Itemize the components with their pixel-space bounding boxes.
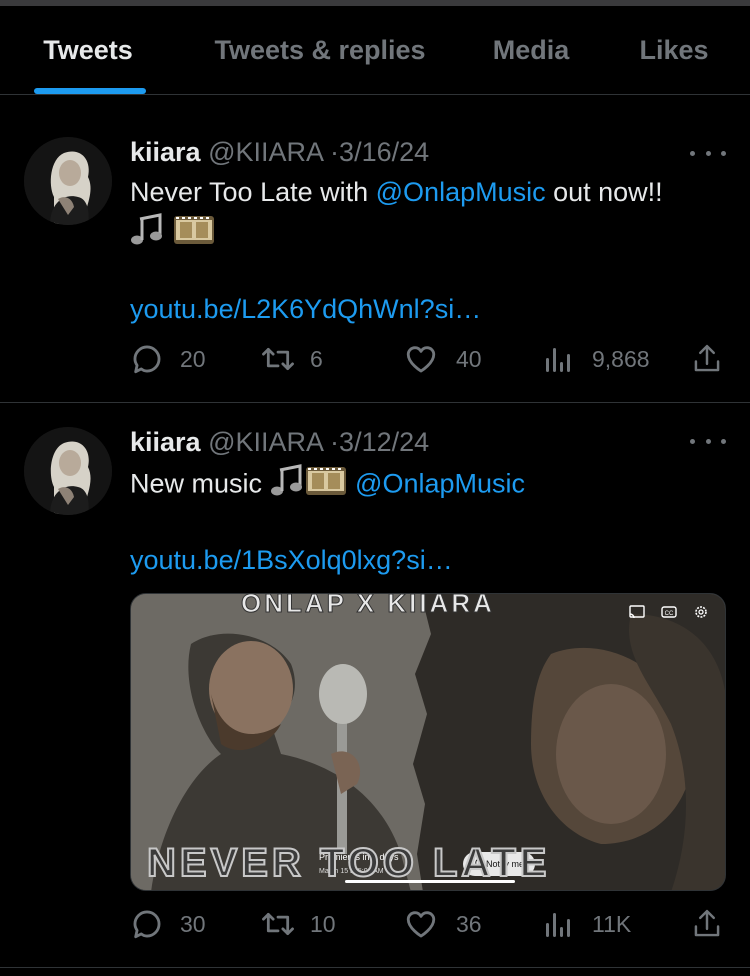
avatar[interactable] bbox=[24, 427, 112, 515]
settings-gear-icon[interactable] bbox=[693, 604, 709, 620]
tweet[interactable]: kiiara @KIIARA ·3/16/24 Never Too Late w… bbox=[0, 95, 750, 403]
views-chart-icon bbox=[544, 344, 572, 374]
share-button[interactable] bbox=[692, 341, 722, 377]
like-button[interactable]: 40 bbox=[404, 341, 482, 377]
film-frames-emoji-icon bbox=[172, 212, 216, 257]
avatar[interactable] bbox=[24, 137, 112, 225]
tab-tweets-replies[interactable]: Tweets & replies bbox=[176, 6, 464, 94]
share-button[interactable] bbox=[692, 906, 722, 942]
film-frames-emoji-icon bbox=[304, 463, 348, 508]
retweet-button[interactable]: 6 bbox=[260, 341, 323, 377]
like-button[interactable]: 36 bbox=[404, 906, 482, 942]
more-options-icon[interactable] bbox=[690, 143, 726, 163]
reply-icon bbox=[130, 907, 164, 941]
more-options-icon[interactable] bbox=[690, 431, 726, 451]
tab-media-label: Media bbox=[492, 34, 570, 65]
retweet-icon bbox=[260, 342, 296, 376]
tweet-header: kiiara @KIIARA ·3/16/24 bbox=[130, 137, 429, 168]
tweet[interactable]: kiiara @KIIARA ·3/12/24 New music @Onlap… bbox=[0, 403, 750, 976]
musical-notes-emoji-icon bbox=[270, 464, 304, 507]
video-progress-bar bbox=[345, 880, 515, 883]
heart-icon bbox=[404, 907, 438, 941]
tab-tweets[interactable]: Tweets bbox=[0, 6, 176, 94]
separator-dot: · bbox=[330, 427, 340, 457]
views-chart-icon bbox=[544, 909, 572, 939]
like-count: 40 bbox=[456, 345, 482, 372]
tab-likes[interactable]: Likes bbox=[598, 6, 750, 94]
tab-media[interactable]: Media bbox=[464, 6, 598, 94]
separator-dot: · bbox=[330, 137, 340, 167]
views-button[interactable]: 9,868 bbox=[544, 341, 650, 377]
tweet-text: Never Too Late with @OnlapMusic out now!… bbox=[130, 174, 663, 210]
closed-captions-icon[interactable]: CC bbox=[661, 604, 677, 620]
tab-tweets-replies-label: Tweets & replies bbox=[214, 34, 426, 65]
share-icon bbox=[692, 343, 722, 375]
retweet-count: 10 bbox=[310, 910, 336, 937]
tweet-text-start: New music bbox=[130, 468, 270, 499]
tweet-emoji-line bbox=[130, 212, 216, 257]
reply-icon bbox=[130, 342, 164, 376]
tweet-link[interactable]: youtu.be/L2K6YdQhWnl?si… bbox=[130, 291, 481, 327]
profile-tabs: Tweets Tweets & replies Media Likes bbox=[0, 6, 750, 94]
author-handle[interactable]: @KIIARA bbox=[208, 137, 322, 167]
tweet-link[interactable]: youtu.be/1BsXolq0lxg?si… bbox=[130, 542, 453, 578]
retweet-count: 6 bbox=[310, 345, 323, 372]
author-name[interactable]: kiiara bbox=[130, 427, 201, 457]
tweet-text-start: Never Too Late with bbox=[130, 177, 376, 207]
musical-notes-emoji-icon bbox=[130, 213, 164, 256]
retweet-icon bbox=[260, 907, 296, 941]
cast-icon[interactable] bbox=[629, 604, 645, 620]
tweet-date[interactable]: 3/16/24 bbox=[339, 137, 429, 167]
tweet-text: New music @OnlapMusic bbox=[130, 463, 525, 508]
author-handle[interactable]: @KIIARA bbox=[208, 427, 322, 457]
views-button[interactable]: 11K bbox=[544, 906, 631, 942]
retweet-button[interactable]: 10 bbox=[260, 906, 336, 942]
views-count: 11K bbox=[592, 910, 632, 937]
tweet-header: kiiara @KIIARA ·3/12/24 bbox=[130, 427, 429, 458]
like-count: 36 bbox=[456, 910, 482, 937]
svg-text:CC: CC bbox=[665, 611, 674, 617]
views-count: 9,868 bbox=[592, 345, 650, 372]
mention-link[interactable]: @OnlapMusic bbox=[355, 469, 525, 499]
tweet-actions: 20 6 40 9,868 bbox=[130, 341, 730, 377]
video-preview-card[interactable]: ONLAP X KIIARA CC Premieres in 2 days Ma… bbox=[130, 593, 726, 891]
heart-icon bbox=[404, 342, 438, 376]
video-top-title: ONLAP X KIIARA bbox=[241, 593, 495, 619]
author-name[interactable]: kiiara bbox=[130, 137, 201, 167]
tweet-text-end: out now!! bbox=[545, 177, 663, 207]
share-icon bbox=[692, 908, 722, 940]
tweet-actions: 30 10 36 11K bbox=[130, 906, 730, 942]
tab-likes-label: Likes bbox=[639, 34, 709, 65]
reply-count: 20 bbox=[180, 345, 206, 372]
tweet-divider bbox=[0, 967, 750, 968]
reply-button[interactable]: 30 bbox=[130, 906, 206, 942]
reply-button[interactable]: 20 bbox=[130, 341, 206, 377]
tweet-date[interactable]: 3/12/24 bbox=[339, 427, 429, 457]
mention-link[interactable]: @OnlapMusic bbox=[376, 177, 546, 207]
reply-count: 30 bbox=[180, 910, 206, 937]
tab-tweets-label: Tweets bbox=[43, 34, 133, 65]
